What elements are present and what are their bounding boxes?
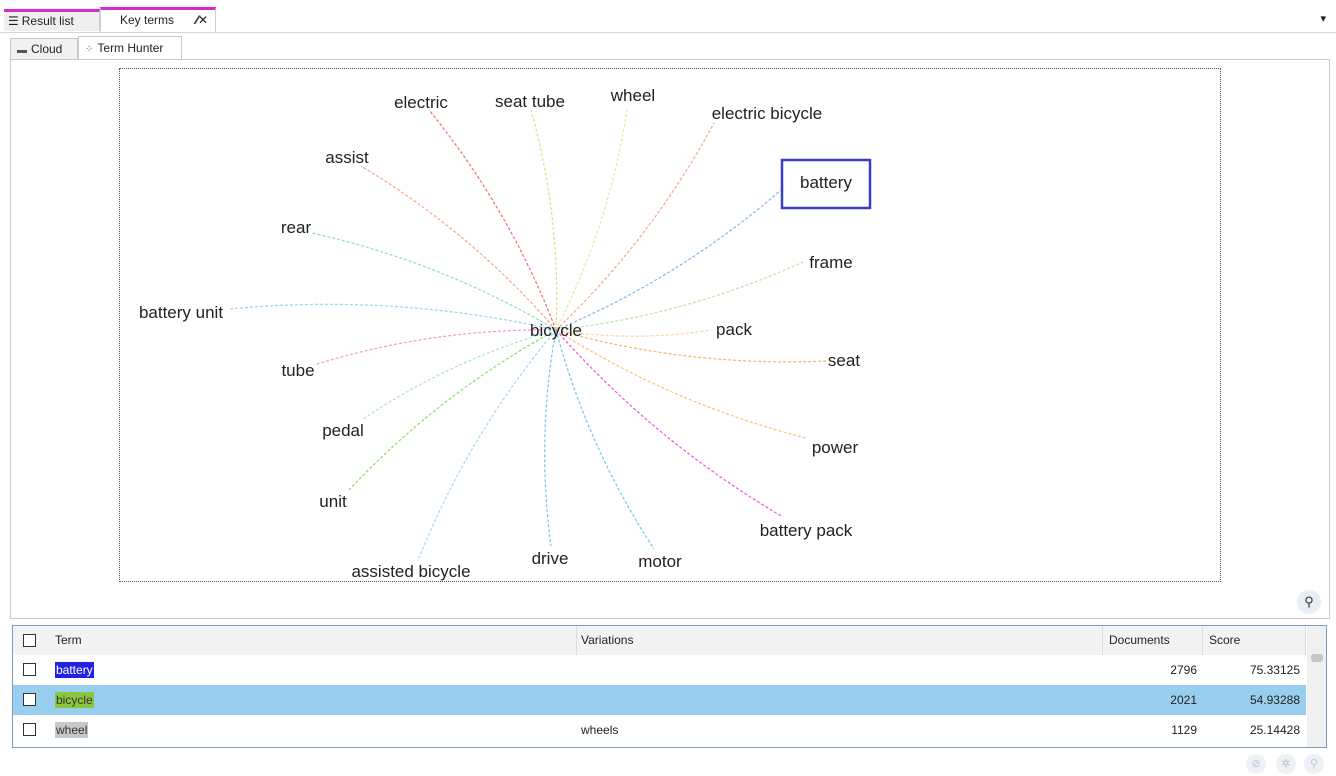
graph-term-seat[interactable]: seat <box>828 351 860 370</box>
graph-term-assisted-bicycle[interactable]: assisted bicycle <box>351 562 470 581</box>
tab-key-terms-label: Key terms <box>120 13 175 27</box>
term-highlight: battery <box>55 662 94 678</box>
term-hunter-graph-panel: electric seat tube wheel electric bicycle ba… <box>10 59 1330 619</box>
score-cell: 54.93288 <box>1249 693 1300 707</box>
documents-cell: 1129 <box>1171 723 1197 737</box>
table-row[interactable]: wheel wheels 1129 25.14428 <box>13 715 1306 745</box>
scrollbar-thumb[interactable] <box>1311 654 1323 662</box>
graph-term-battery[interactable]: battery <box>800 173 852 192</box>
graph-edge <box>428 109 557 331</box>
graph-term-frame[interactable]: frame <box>809 253 852 272</box>
graph-edge <box>360 165 557 331</box>
score-cell: 25.14428 <box>1249 723 1300 737</box>
graph-term-pedal[interactable]: pedal <box>322 421 364 440</box>
graph-edge <box>555 189 782 331</box>
graph-term-battery-unit[interactable]: battery unit <box>139 303 223 322</box>
graph-term-drive[interactable]: drive <box>532 549 569 568</box>
graph-term-electric-bicycle[interactable]: electric bicycle <box>712 104 823 123</box>
graph-edge <box>544 329 557 547</box>
graph-term-assist[interactable]: assist <box>325 148 369 167</box>
link-icon[interactable]: ⊘ <box>1246 754 1266 774</box>
score-cell: 75.33125 <box>1249 663 1300 677</box>
table-row[interactable]: bicycle 2021 54.93288 <box>13 685 1306 715</box>
tab-overflow-icon[interactable]: ▾ <box>1320 12 1326 25</box>
column-header-term[interactable]: Term <box>53 626 577 655</box>
term-graph[interactable]: electric seat tube wheel electric bicycle ba… <box>11 60 1329 618</box>
tab-key-terms[interactable]: Key terms ⁄⁄✕ <box>100 7 216 32</box>
graph-edge <box>555 122 715 331</box>
tab-cloud-label: Cloud <box>31 42 63 56</box>
graph-edge <box>313 329 557 366</box>
graph-edge <box>555 329 784 518</box>
graph-edge <box>530 109 558 331</box>
document-tab-strip: ☰ Result list Key terms ⁄⁄✕ ▾ <box>0 0 1336 33</box>
term-highlight: wheel <box>55 722 89 738</box>
zoom-icon[interactable]: ⚲ <box>1297 590 1321 614</box>
graph-term-pack[interactable]: pack <box>716 320 752 339</box>
graph-term-motor[interactable]: motor <box>638 552 682 571</box>
select-all-checkbox[interactable] <box>23 634 36 647</box>
documents-cell: 2796 <box>1170 663 1197 677</box>
term-hunter-icon: ⁘ <box>85 44 94 55</box>
variations-cell <box>577 655 1103 685</box>
table-header: Term Variations Documents Score <box>13 626 1306 655</box>
column-header-score[interactable]: Score <box>1203 626 1306 655</box>
table-row[interactable]: battery 2796 75.33125 <box>13 655 1306 685</box>
term-highlight: bicycle <box>55 692 94 708</box>
graph-term-electric[interactable]: electric <box>394 93 448 112</box>
graph-term-tube[interactable]: tube <box>281 361 314 380</box>
tab-term-hunter[interactable]: ⁘ Term Hunter <box>78 36 182 60</box>
row-checkbox[interactable] <box>23 723 36 736</box>
graph-term-rear[interactable]: rear <box>281 218 312 237</box>
column-header-variations[interactable]: Variations <box>577 626 1103 655</box>
graph-edge <box>348 329 557 491</box>
variations-cell: wheels <box>581 723 619 737</box>
settings-icon[interactable]: ✲ <box>1276 754 1296 774</box>
cloud-icon: ▬ <box>17 45 27 56</box>
graph-term-battery-pack[interactable]: battery pack <box>760 521 853 540</box>
variations-cell <box>577 685 1103 715</box>
graph-edge <box>362 329 557 420</box>
documents-cell: 2021 <box>1170 693 1197 707</box>
tab-cloud[interactable]: ▬ Cloud <box>10 38 78 60</box>
pin-close-icon[interactable]: ⁄⁄✕ <box>196 10 208 30</box>
graph-term-wheel[interactable]: wheel <box>610 86 655 105</box>
graph-edge <box>555 261 804 331</box>
vertical-scrollbar[interactable] <box>1307 626 1326 747</box>
graph-edge <box>418 329 557 559</box>
graph-edge <box>555 329 807 439</box>
row-checkbox[interactable] <box>23 693 36 706</box>
terms-table: Term Variations Documents Score battery … <box>12 625 1327 748</box>
graph-center-term[interactable]: bicycle <box>530 321 582 340</box>
row-checkbox[interactable] <box>23 663 36 676</box>
graph-edge <box>228 303 557 331</box>
graph-term-seat-tube[interactable]: seat tube <box>495 92 565 111</box>
tab-result-list-label: Result list <box>21 14 74 28</box>
graph-edge <box>555 329 655 550</box>
term-cell: wheel <box>53 715 577 745</box>
bottom-toolbar: ⊘ ✲ ⚲ <box>1238 754 1330 774</box>
list-icon: ☰ <box>8 14 19 28</box>
graph-edge <box>555 109 628 331</box>
term-cell: bicycle <box>53 685 577 715</box>
term-cell: battery <box>53 655 577 685</box>
tab-term-hunter-label: Term Hunter <box>97 41 164 55</box>
graph-term-power[interactable]: power <box>812 438 859 457</box>
tab-result-list[interactable]: ☰ Result list <box>4 9 100 31</box>
graph-term-unit[interactable]: unit <box>319 492 347 511</box>
column-header-documents[interactable]: Documents <box>1103 626 1203 655</box>
search-icon[interactable]: ⚲ <box>1304 754 1324 774</box>
